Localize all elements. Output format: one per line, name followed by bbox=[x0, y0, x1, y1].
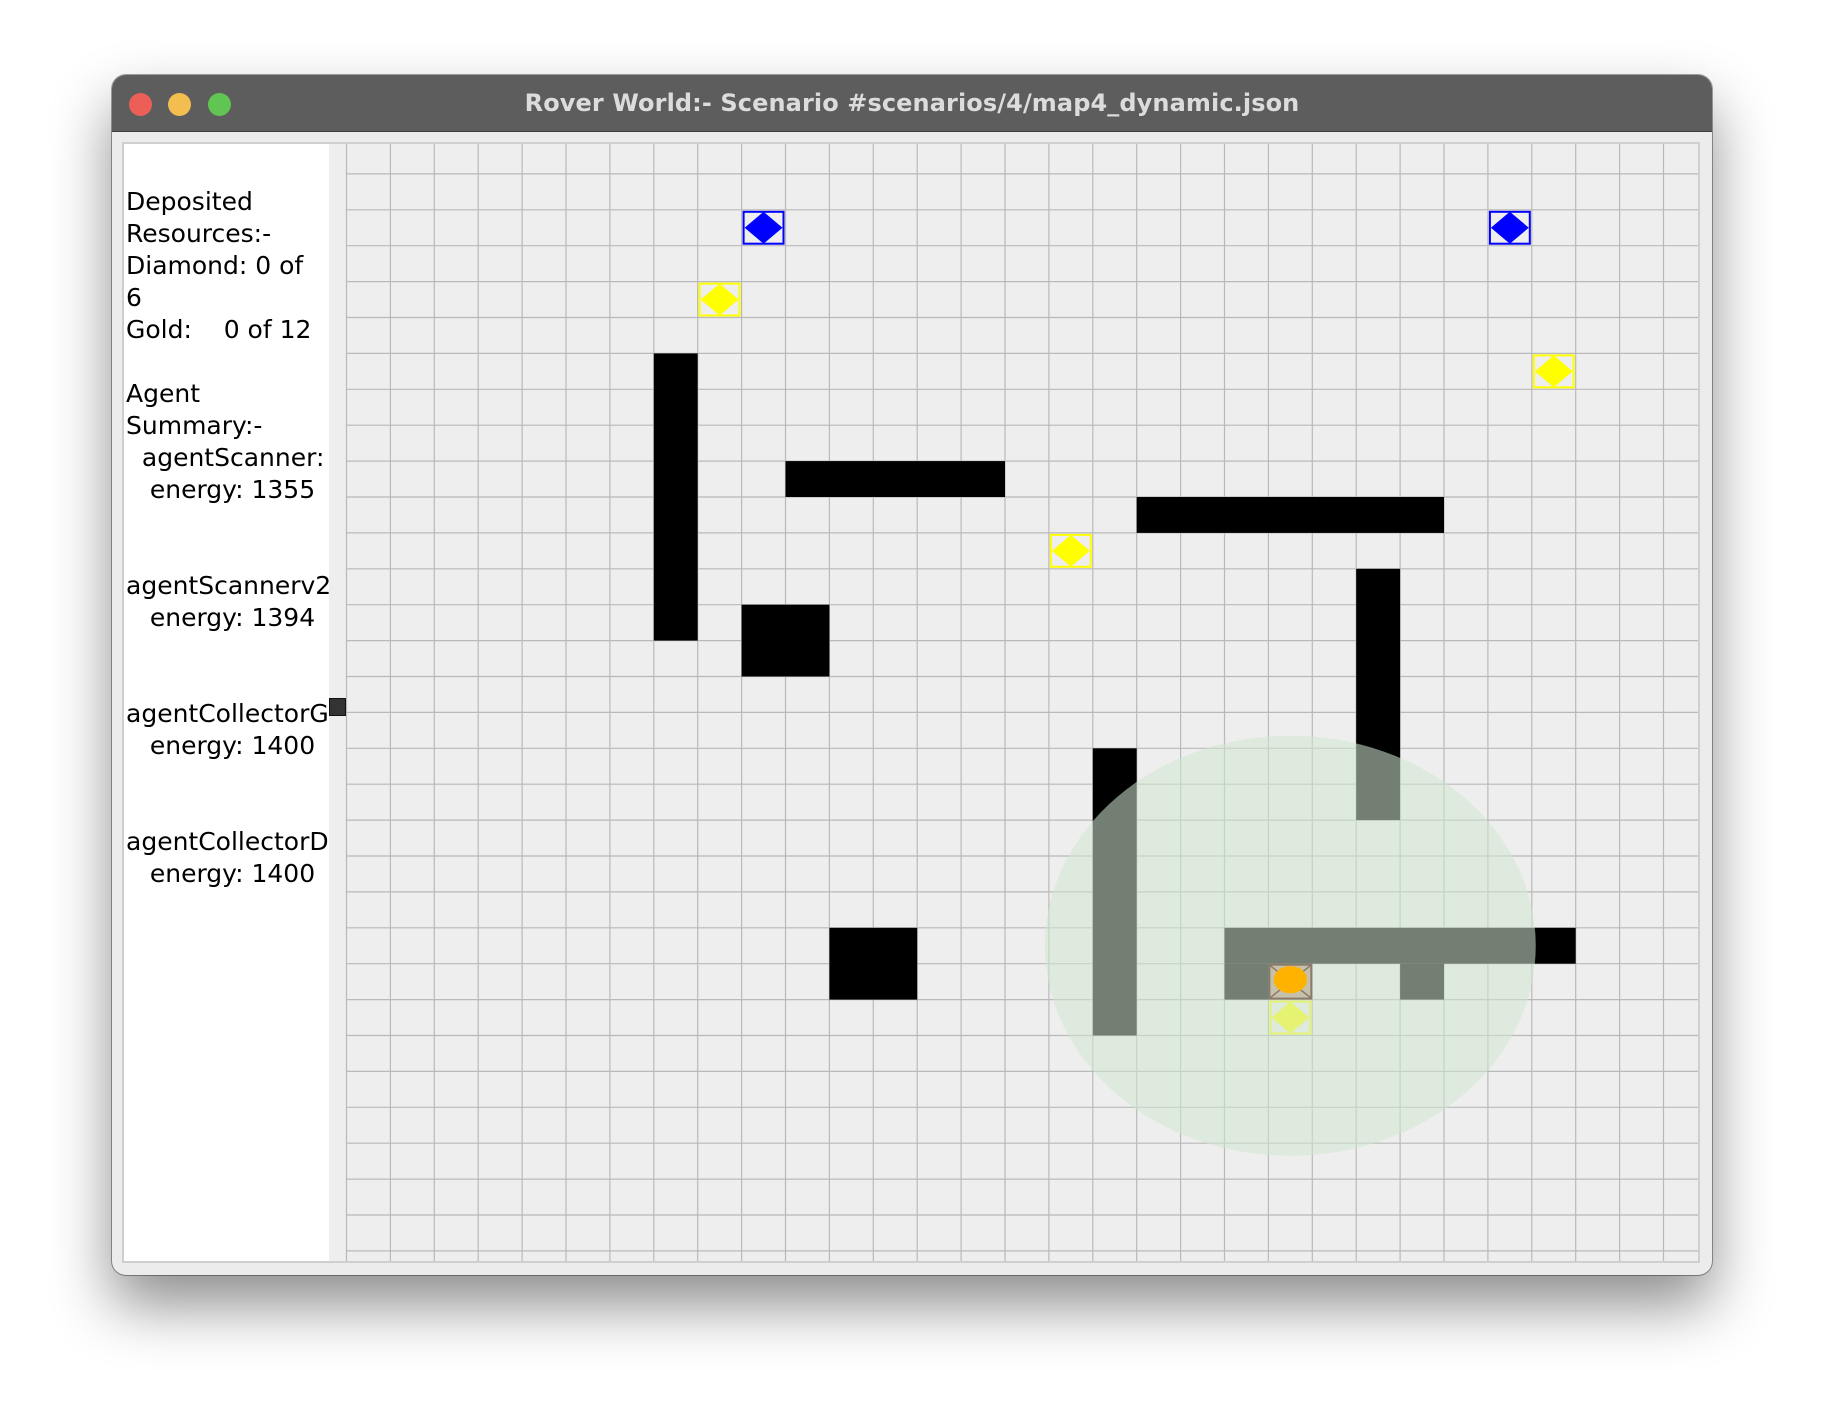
status-sidebar: Deposited Resources:- Diamond: 0 of 6 Go… bbox=[124, 144, 329, 1261]
world-grid[interactable] bbox=[329, 144, 1700, 1263]
agent-summary-heading-line-2: Summary:- bbox=[126, 411, 263, 440]
title-bar[interactable]: Rover World:- Scenario #scenarios/4/map4… bbox=[112, 75, 1712, 132]
gold-count: Gold: 0 of 12 bbox=[126, 315, 312, 344]
window-title: Rover World:- Scenario #scenarios/4/map4… bbox=[524, 89, 1300, 117]
split-pane-divider-handle[interactable] bbox=[329, 698, 346, 716]
window-content: Deposited Resources:- Diamond: 0 of 6 Go… bbox=[122, 142, 1700, 1263]
agent-energy: energy: 1400 bbox=[126, 859, 316, 888]
app-window: Rover World:- Scenario #scenarios/4/map4… bbox=[112, 75, 1712, 1275]
rover-agent-icon bbox=[1273, 966, 1308, 994]
obstacle-block bbox=[741, 604, 830, 677]
deposited-heading-line-2: Resources:- bbox=[126, 219, 272, 248]
world-map[interactable] bbox=[329, 144, 1700, 1263]
obstacle-block bbox=[653, 353, 698, 641]
agent-name: agentScannerv2: bbox=[126, 571, 329, 600]
obstacle-block bbox=[1136, 497, 1444, 533]
agent-summary-heading-line-1: Agent bbox=[126, 379, 200, 408]
agent-energy: energy: 1355 bbox=[126, 475, 316, 504]
agent-name: agentScanner: bbox=[126, 443, 325, 472]
diamond-count-line-2: 6 bbox=[126, 283, 142, 312]
agent-energy: energy: 1394 bbox=[126, 603, 316, 632]
agent-name: agentCollectorD bbox=[126, 827, 329, 856]
grid-background bbox=[329, 144, 1698, 1261]
agent-energy: energy: 1400 bbox=[126, 731, 316, 760]
agent-name: agentCollectorG bbox=[126, 699, 329, 728]
obstacle-block bbox=[829, 927, 918, 1000]
rover-scan-radius bbox=[1044, 735, 1536, 1156]
obstacle-block bbox=[785, 461, 1005, 497]
deposited-heading-line-1: Deposited bbox=[126, 187, 253, 216]
diamond-count-line-1: Diamond: 0 of bbox=[126, 251, 304, 280]
